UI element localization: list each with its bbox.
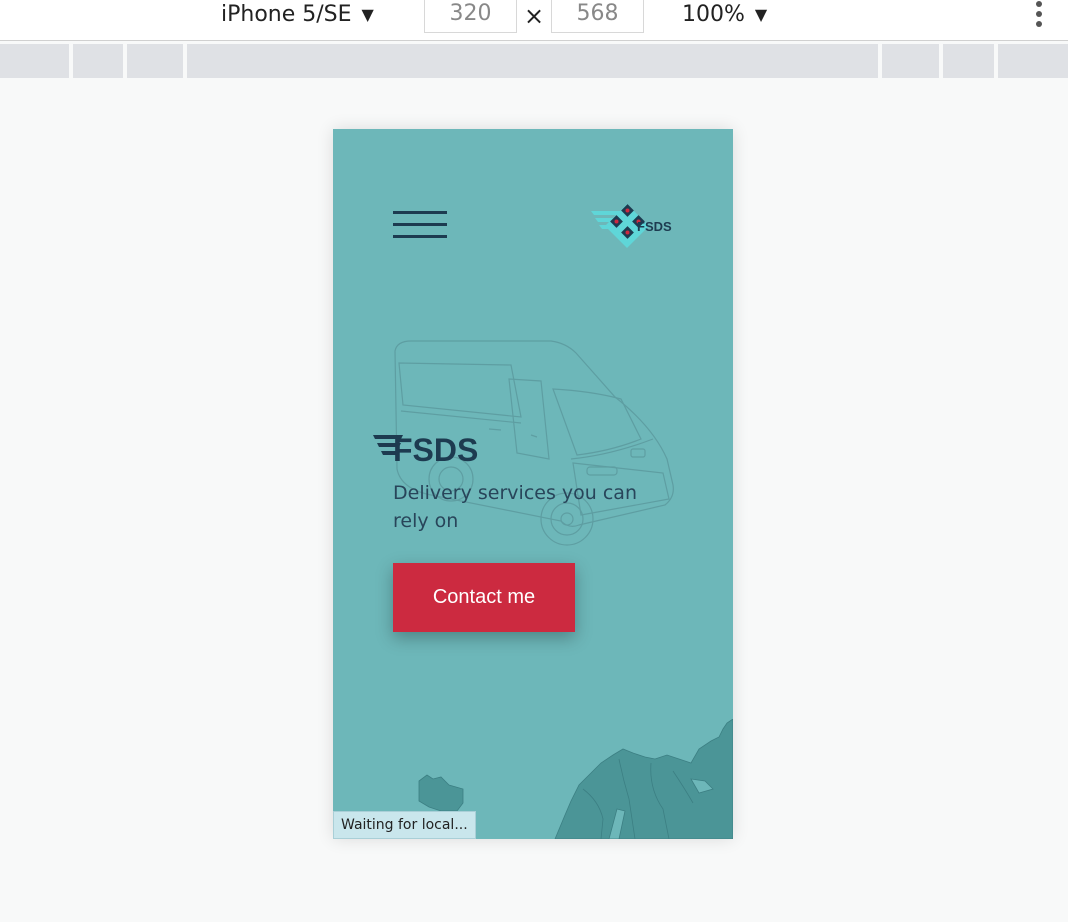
logo-text: FSDS (637, 219, 672, 234)
chevron-down-icon: ▼ (754, 4, 768, 24)
device-toolbar: iPhone 5/SE ▼ 320 × 568 100% ▼ (0, 0, 1068, 41)
tagline: Delivery services you can rely on (393, 482, 637, 532)
contact-me-button[interactable]: Contact me (393, 563, 575, 632)
fsds-logo[interactable]: FSDS (591, 201, 675, 251)
more-options-icon[interactable] (1030, 0, 1048, 30)
media-query-segment[interactable] (127, 44, 183, 78)
device-viewport: FSDS FSDS Delivery services you can rely… (333, 129, 733, 839)
media-query-segment[interactable] (73, 44, 123, 78)
hamburger-menu-icon[interactable] (393, 211, 447, 241)
brand-text: FSDS (393, 432, 478, 468)
media-query-segment[interactable] (187, 44, 878, 78)
loading-status: Waiting for local... (333, 811, 476, 839)
width-input[interactable]: 320 (424, 0, 517, 33)
device-select[interactable]: iPhone 5/SE ▼ (221, 0, 374, 28)
chevron-down-icon: ▼ (361, 4, 374, 24)
media-query-segment[interactable] (882, 44, 939, 78)
zoom-value: 100% (682, 1, 745, 27)
media-query-segment[interactable] (943, 44, 994, 78)
media-query-segment[interactable] (998, 44, 1068, 78)
media-query-bar (0, 44, 1068, 81)
zoom-select[interactable]: 100% ▼ (682, 0, 767, 28)
dimension-separator: × (524, 2, 545, 30)
media-query-segment[interactable] (0, 44, 69, 78)
height-input[interactable]: 568 (551, 0, 644, 33)
device-name: iPhone 5/SE (221, 1, 352, 27)
brand-wordmark: FSDS (373, 432, 478, 468)
